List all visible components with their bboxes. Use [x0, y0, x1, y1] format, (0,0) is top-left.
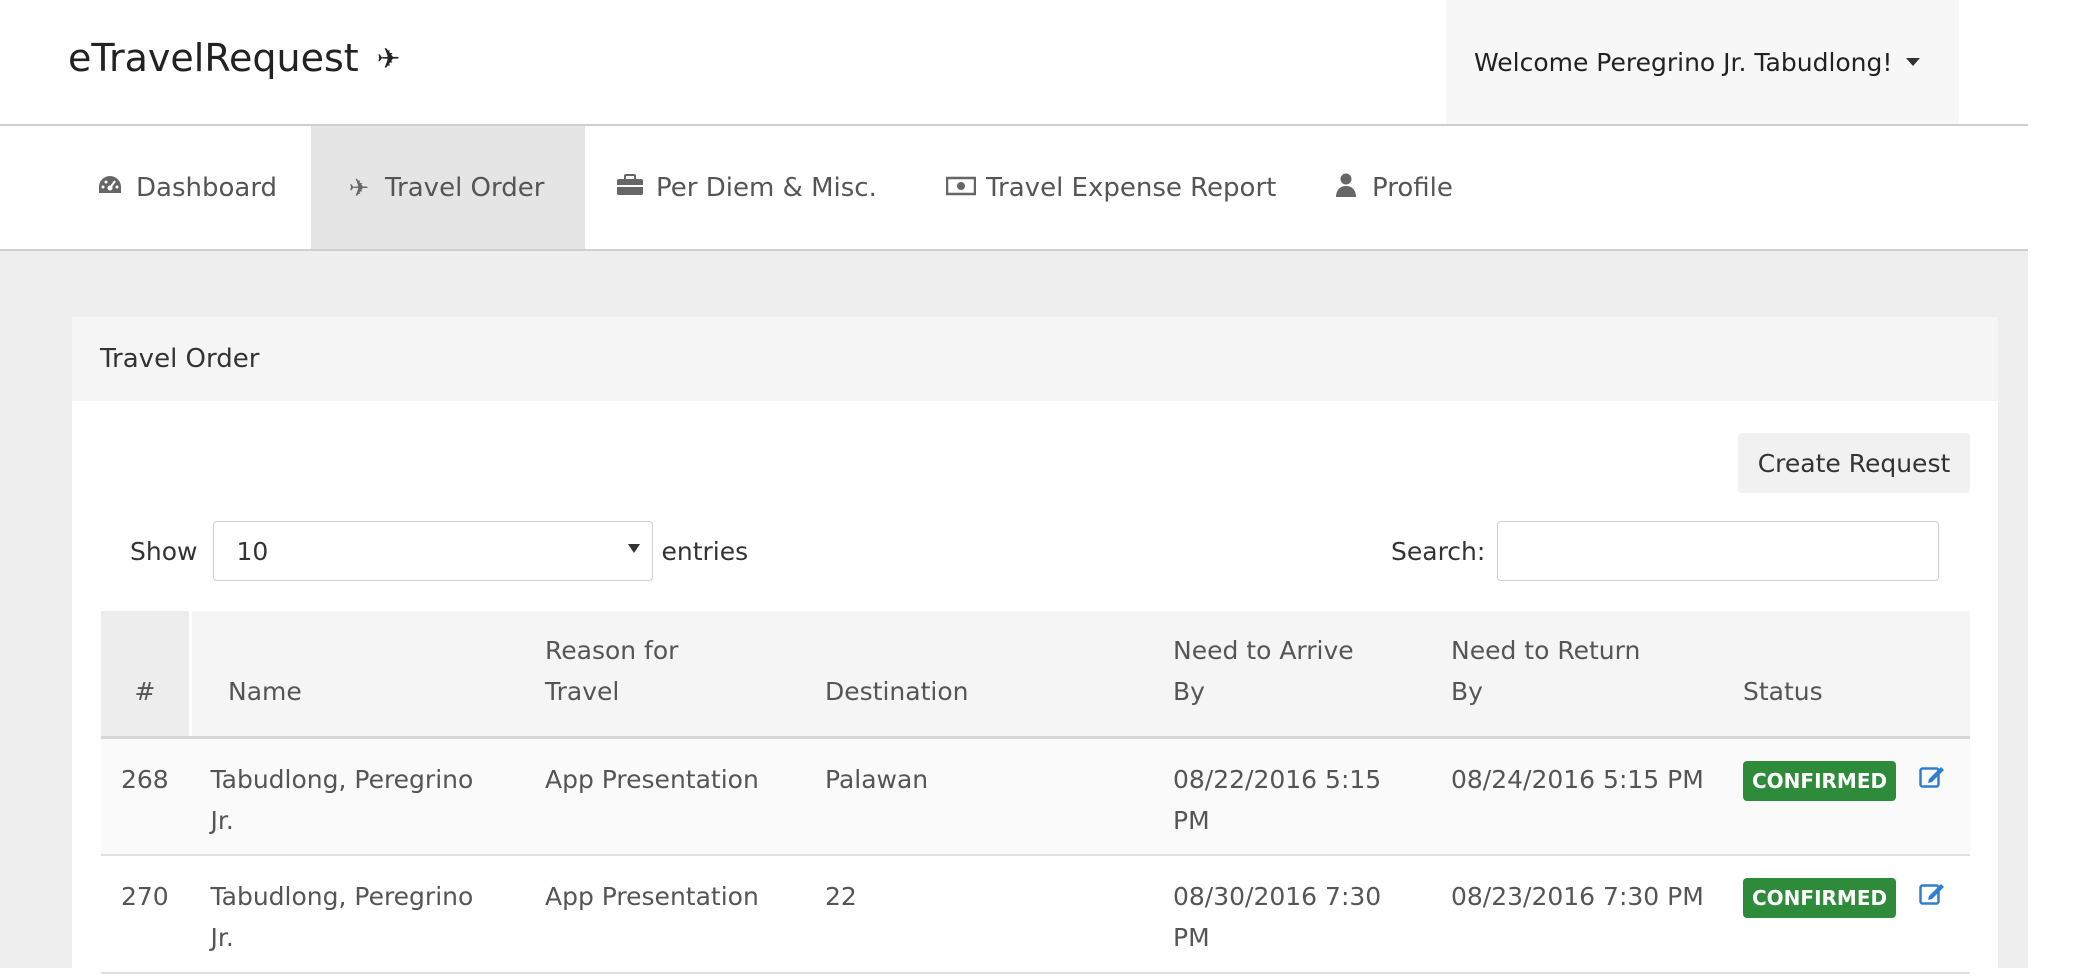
nav-label: Travel Expense Report — [986, 172, 1277, 203]
nav-item-per-diem[interactable]: Per Diem & Misc. — [616, 126, 877, 249]
nav-label: Travel Order — [385, 172, 545, 203]
plane-icon: ✈ — [348, 173, 370, 202]
column-header-return-by[interactable]: Need to Return By — [1451, 611, 1743, 739]
cell-arrive-by: 08/30/2016 7:30 PM — [1173, 882, 1382, 952]
panel-title: Travel Order — [100, 344, 260, 374]
money-icon — [945, 174, 977, 202]
status-badge: CONFIRMED — [1743, 878, 1897, 918]
cell-actions — [1919, 855, 1970, 973]
nav-label: Profile — [1372, 172, 1453, 203]
nav-label: Per Diem & Misc. — [656, 172, 877, 203]
cell-status: CONFIRMED — [1743, 737, 1919, 855]
column-header-status[interactable]: Status — [1743, 611, 1919, 739]
travel-order-table: # Name Reason for Travel Destination Need… — [101, 611, 1970, 974]
edit-icon[interactable] — [1919, 759, 1945, 800]
user-icon — [1332, 173, 1360, 203]
app-window: eTravelRequest ✈ Welcome Peregrino Jr. T… — [0, 0, 2028, 977]
nav-item-travel-expense-report[interactable]: Travel Expense Report — [945, 126, 1277, 249]
cell-reason: App Presentation — [545, 882, 759, 911]
cell-destination: 22 — [825, 882, 857, 911]
cell-id: 270 — [121, 882, 169, 911]
edit-icon[interactable] — [1919, 876, 1945, 917]
travel-order-panel: Travel Order Create Request Show 10 entr… — [72, 317, 1998, 977]
entries-label: entries — [661, 536, 749, 566]
content-area: Travel Order Create Request Show 10 entr… — [0, 251, 2028, 977]
table-header-row: # Name Reason for Travel Destination Need… — [101, 611, 1970, 739]
main-nav: Dashboard ✈ Travel Order Per Diem & Misc… — [0, 126, 2028, 251]
nav-item-dashboard[interactable]: Dashboard — [96, 126, 277, 249]
top-bar: eTravelRequest ✈ Welcome Peregrino Jr. T… — [0, 0, 2028, 126]
column-header-destination[interactable]: Destination — [825, 611, 1173, 739]
cell-return-by: 08/23/2016 7:30 PM — [1451, 882, 1704, 911]
column-header-reason[interactable]: Reason for Travel — [545, 611, 825, 739]
cell-actions — [1919, 737, 1970, 855]
chevron-down-icon — [628, 544, 641, 553]
table-row: 268 Tabudlong, Peregrino Jr. App Presenta… — [101, 737, 1970, 855]
app-brand[interactable]: eTravelRequest ✈ — [68, 36, 400, 80]
show-label: Show — [130, 536, 198, 566]
table-row: 270 Tabudlong, Peregrino Jr. App Presenta… — [101, 855, 1970, 973]
nav-item-travel-order[interactable]: ✈ Travel Order — [311, 126, 585, 249]
column-header-name[interactable]: Name — [190, 611, 545, 739]
panel-heading: Travel Order — [72, 317, 1998, 401]
cell-status: CONFIRMED — [1743, 855, 1919, 973]
briefcase-icon — [616, 173, 644, 202]
entries-select[interactable]: 10 — [213, 521, 654, 581]
search-input[interactable] — [1497, 521, 1940, 581]
user-welcome-label: Welcome Peregrino Jr. Tabudlong! — [1474, 47, 1893, 77]
cell-id: 268 — [121, 764, 169, 794]
nav-label: Dashboard — [136, 172, 278, 203]
user-menu[interactable]: Welcome Peregrino Jr. Tabudlong! — [1446, 0, 1959, 124]
cell-destination: Palawan — [825, 764, 929, 794]
entries-select-value: 10 — [236, 536, 269, 566]
dashboard-icon — [96, 174, 124, 202]
nav-item-profile[interactable]: Profile — [1332, 126, 1453, 249]
column-header-actions — [1919, 611, 1970, 739]
entries-length-control: Show 10 entries — [130, 521, 748, 581]
search-control: Search: — [1391, 521, 1940, 581]
search-label: Search: — [1391, 536, 1486, 566]
create-request-button[interactable]: Create Request — [1738, 433, 1970, 493]
cell-name: Tabudlong, Peregrino Jr. — [210, 882, 474, 952]
column-header-number[interactable]: # — [101, 611, 192, 739]
status-badge: CONFIRMED — [1743, 760, 1897, 801]
cell-arrive-by: 08/22/2016 5:15 PM — [1173, 764, 1382, 835]
caret-down-icon — [1906, 58, 1921, 66]
cell-name: Tabudlong, Peregrino Jr. — [210, 764, 474, 835]
app-title: eTravelRequest — [68, 36, 359, 80]
cell-reason: App Presentation — [545, 764, 759, 794]
plane-icon: ✈ — [376, 41, 401, 75]
column-header-arrive-by[interactable]: Need to Arrive By — [1173, 611, 1451, 739]
cell-return-by: 08/24/2016 5:15 PM — [1451, 764, 1704, 794]
